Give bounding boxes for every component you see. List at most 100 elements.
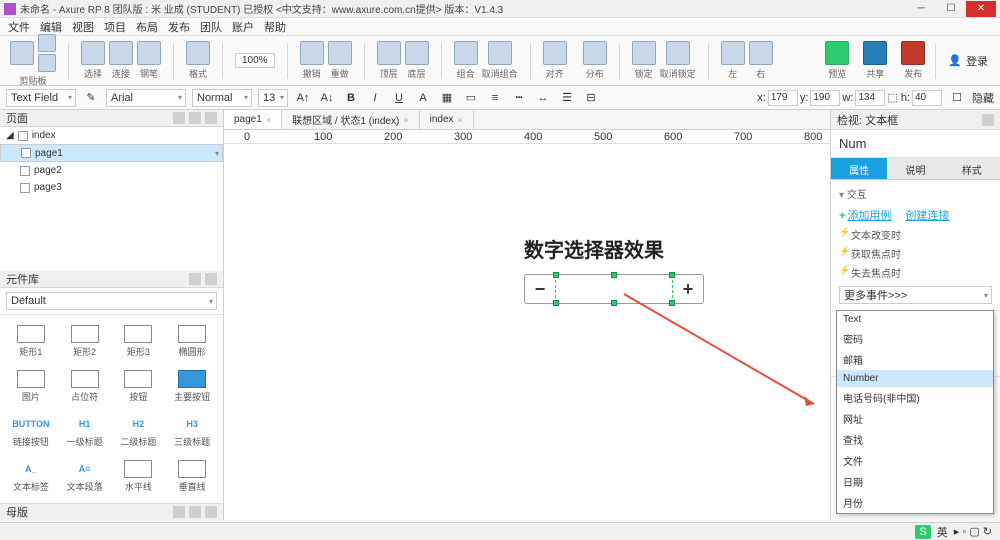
stepper-widget[interactable]: − +: [524, 274, 704, 304]
share-icon[interactable]: [863, 41, 887, 65]
lib-文本标签[interactable]: A_文本标签: [6, 456, 56, 497]
add-case-link[interactable]: 添加用例: [847, 210, 891, 222]
lib-search-icon[interactable]: [205, 273, 217, 285]
ime-indicator[interactable]: S: [915, 525, 930, 539]
h-input[interactable]: [912, 90, 942, 106]
interactions-section[interactable]: 交互: [839, 186, 992, 201]
lib-矩形3[interactable]: 矩形3: [114, 321, 164, 362]
tab-page1[interactable]: page1 ×: [224, 110, 282, 129]
publish-icon[interactable]: [901, 41, 925, 65]
fill-icon[interactable]: ▦: [438, 89, 456, 107]
选择-icon[interactable]: [81, 41, 105, 65]
lib-二级标题[interactable]: H2二级标题: [114, 411, 164, 452]
hide-toggle[interactable]: ☐: [948, 89, 966, 107]
右-icon[interactable]: [749, 41, 773, 65]
重做-icon[interactable]: [328, 41, 352, 65]
stepper-field[interactable]: [555, 275, 673, 303]
canvas[interactable]: 数字选择器效果 − +: [224, 144, 830, 520]
锁定-icon[interactable]: [632, 41, 656, 65]
底层-icon[interactable]: [405, 41, 429, 65]
search-icon[interactable]: [205, 112, 217, 124]
menu-项目[interactable]: 项目: [104, 19, 126, 35]
dropdown-option-密码[interactable]: 密码: [837, 328, 993, 349]
dropdown-option-文件[interactable]: 文件: [837, 450, 993, 471]
tab-联想区域 / 状态1 (index)[interactable]: 联想区域 / 状态1 (index) ×: [282, 110, 420, 129]
preview-icon[interactable]: [825, 41, 849, 65]
more-events-select[interactable]: 更多事件>>>: [839, 286, 992, 304]
weight-select[interactable]: Normal: [192, 89, 252, 107]
paste-icon[interactable]: [38, 54, 56, 72]
inspector-tab-样式[interactable]: 样式: [944, 158, 1000, 180]
取消锁定-icon[interactable]: [666, 41, 690, 65]
font-select[interactable]: Arial: [106, 89, 186, 107]
menu-团队[interactable]: 团队: [200, 19, 222, 35]
arrow-icon[interactable]: ↔: [534, 89, 552, 107]
copy-icon[interactable]: [38, 34, 56, 52]
lib-矩形2[interactable]: 矩形2: [60, 321, 110, 362]
underline-icon[interactable]: U: [390, 89, 408, 107]
tab-index[interactable]: index ×: [420, 110, 474, 129]
lib-矩形1[interactable]: 矩形1: [6, 321, 56, 362]
page-page1[interactable]: page1: [0, 144, 223, 162]
lib-椭圆形[interactable]: 椭圆形: [167, 321, 217, 362]
w-input[interactable]: [855, 90, 885, 106]
menu-视图[interactable]: 视图: [72, 19, 94, 35]
widget-type-select[interactable]: Text Field: [6, 89, 76, 107]
add-page-icon[interactable]: [173, 112, 185, 124]
valign-icon[interactable]: ⊟: [582, 89, 600, 107]
align-icon[interactable]: [543, 41, 567, 65]
lib-一级标题[interactable]: H1一级标题: [60, 411, 110, 452]
size-up-icon[interactable]: A↑: [294, 89, 312, 107]
menu-帮助[interactable]: 帮助: [264, 19, 286, 35]
dropdown-option-Number[interactable]: Number: [837, 370, 993, 387]
dropdown-option-邮箱[interactable]: 邮箱: [837, 349, 993, 370]
dropdown-option-月份[interactable]: 月份: [837, 492, 993, 513]
minimize-button[interactable]: ─: [906, 1, 936, 17]
zoom-select[interactable]: 100%: [235, 53, 275, 68]
page-index[interactable]: ◢ index: [0, 127, 223, 144]
linestyle-icon[interactable]: ┅: [510, 89, 528, 107]
event-失去焦点时[interactable]: 失去焦点时: [839, 263, 992, 282]
撤销-icon[interactable]: [300, 41, 324, 65]
dropdown-option-日期[interactable]: 日期: [837, 471, 993, 492]
inspector-tab-属性[interactable]: 属性: [831, 158, 887, 180]
minus-button[interactable]: −: [525, 279, 555, 300]
brush-icon[interactable]: ✎: [82, 89, 100, 107]
linewidth-icon[interactable]: ≡: [486, 89, 504, 107]
align-left-icon[interactable]: ☰: [558, 89, 576, 107]
lib-主要按钮[interactable]: 主要按钮: [167, 366, 217, 407]
lib-三级标题[interactable]: H3三级标题: [167, 411, 217, 452]
menu-布局[interactable]: 布局: [136, 19, 158, 35]
dropdown-option-查找[interactable]: 查找: [837, 429, 993, 450]
lib-图片[interactable]: 图片: [6, 366, 56, 407]
library-select[interactable]: Default: [6, 292, 217, 310]
inspector-tab-说明[interactable]: 说明: [887, 158, 943, 180]
lib-水平线[interactable]: 水平线: [114, 456, 164, 497]
lib-占位符[interactable]: 占位符: [60, 366, 110, 407]
add-folder-icon[interactable]: [189, 112, 201, 124]
event-获取焦点时[interactable]: 获取焦点时: [839, 244, 992, 263]
plus-button[interactable]: +: [673, 279, 703, 300]
size-down-icon[interactable]: A↓: [318, 89, 336, 107]
dropdown-option-电话号码(非中国)[interactable]: 电话号码(非中国): [837, 387, 993, 408]
page-page3[interactable]: page3: [0, 179, 223, 196]
连接-icon[interactable]: [109, 41, 133, 65]
fontcolor-icon[interactable]: A: [414, 89, 432, 107]
lib-menu-icon[interactable]: [189, 273, 201, 285]
左-icon[interactable]: [721, 41, 745, 65]
distribute-icon[interactable]: [583, 41, 607, 65]
page-page2[interactable]: page2: [0, 162, 223, 179]
组合-icon[interactable]: [454, 41, 478, 65]
x-input[interactable]: [768, 90, 798, 106]
钢笔-icon[interactable]: [137, 41, 161, 65]
login-button[interactable]: 👤 登录: [942, 53, 994, 69]
maximize-button[interactable]: ☐: [936, 1, 966, 17]
dropdown-option-Text[interactable]: Text: [837, 311, 993, 328]
close-button[interactable]: ✕: [966, 1, 996, 17]
italic-icon[interactable]: I: [366, 89, 384, 107]
dropdown-option-网址[interactable]: 网址: [837, 408, 993, 429]
menu-账户[interactable]: 账户: [232, 19, 254, 35]
border-icon[interactable]: ▭: [462, 89, 480, 107]
lib-按钮[interactable]: 按钮: [114, 366, 164, 407]
取消组合-icon[interactable]: [488, 41, 512, 65]
